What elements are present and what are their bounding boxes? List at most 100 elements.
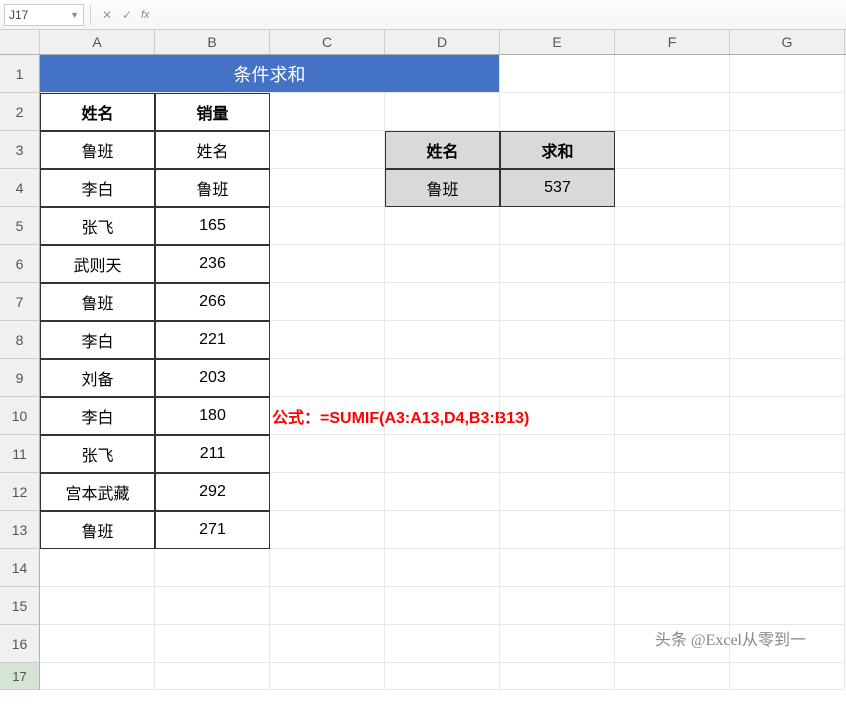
cell[interactable] [270,473,385,511]
cell[interactable] [500,283,615,321]
cell[interactable] [500,473,615,511]
col-header[interactable]: F [615,30,730,54]
row-header[interactable]: 2 [0,93,40,131]
cell[interactable] [385,625,500,663]
row-header[interactable]: 14 [0,549,40,587]
cell[interactable] [730,587,845,625]
name-box[interactable]: J17 ▼ [4,4,84,26]
cell[interactable] [385,245,500,283]
cell[interactable] [730,55,845,93]
cell[interactable] [155,663,270,690]
cell[interactable] [730,169,845,207]
cell[interactable] [270,663,385,690]
cell[interactable] [270,283,385,321]
row-header[interactable]: 8 [0,321,40,359]
cell[interactable]: 姓名 [385,131,500,169]
cell[interactable] [730,511,845,549]
title-cell[interactable]: 条件求和 [40,55,500,93]
cell[interactable] [385,549,500,587]
cell[interactable] [40,587,155,625]
cell[interactable] [730,321,845,359]
cell[interactable] [730,283,845,321]
cell[interactable] [270,169,385,207]
cell[interactable]: 180 [155,397,270,435]
cell[interactable] [615,283,730,321]
cell[interactable]: 销量 [155,93,270,131]
cell[interactable]: 公式：=SUMIF(A3:A13,D4,B3:B13) [270,397,385,435]
row-header[interactable]: 1 [0,55,40,93]
cell[interactable]: 221 [155,321,270,359]
row-header[interactable]: 16 [0,625,40,663]
col-header[interactable]: B [155,30,270,54]
cell[interactable] [615,397,730,435]
row-header[interactable]: 10 [0,397,40,435]
cell[interactable] [270,549,385,587]
cell[interactable]: 271 [155,511,270,549]
cell[interactable] [385,359,500,397]
cell[interactable] [500,359,615,397]
cell[interactable] [270,321,385,359]
row-header[interactable]: 4 [0,169,40,207]
cell[interactable] [385,435,500,473]
cell[interactable]: 鲁班 [385,169,500,207]
cell[interactable] [615,321,730,359]
cell[interactable] [270,131,385,169]
cell[interactable] [270,625,385,663]
cell[interactable] [500,321,615,359]
cell[interactable] [730,435,845,473]
cell[interactable] [270,511,385,549]
cell[interactable] [615,663,730,690]
cell[interactable] [615,169,730,207]
cell[interactable]: 鲁班 [40,511,155,549]
cell[interactable] [500,625,615,663]
cell[interactable] [730,131,845,169]
cell[interactable] [385,511,500,549]
cell[interactable] [270,359,385,397]
cell[interactable]: 292 [155,473,270,511]
cell[interactable]: 537 [500,169,615,207]
cell[interactable] [615,131,730,169]
cell[interactable] [385,473,500,511]
cell[interactable] [730,359,845,397]
cell[interactable]: 求和 [500,131,615,169]
cell[interactable] [500,93,615,131]
cell[interactable] [615,587,730,625]
cell[interactable] [730,397,845,435]
cell[interactable]: 刘备 [40,359,155,397]
cancel-icon[interactable]: ✕ [97,5,117,25]
col-header[interactable]: G [730,30,845,54]
cell[interactable] [270,93,385,131]
cell[interactable] [385,397,500,435]
row-header[interactable]: 17 [0,663,40,690]
cell[interactable]: 姓名 [155,131,270,169]
cell[interactable] [385,207,500,245]
chevron-down-icon[interactable]: ▼ [70,10,79,20]
cell[interactable]: 鲁班 [40,283,155,321]
row-header[interactable]: 9 [0,359,40,397]
cell[interactable] [615,55,730,93]
cell[interactable]: 姓名 [40,93,155,131]
cell[interactable] [270,207,385,245]
cell[interactable] [500,549,615,587]
cell[interactable]: 鲁班 [40,131,155,169]
cell[interactable] [500,245,615,283]
confirm-icon[interactable]: ✓ [117,5,137,25]
col-header[interactable]: C [270,30,385,54]
cell[interactable]: 宫本武藏 [40,473,155,511]
cell[interactable] [500,511,615,549]
formula-input[interactable] [150,4,842,26]
cell[interactable]: 203 [155,359,270,397]
cell[interactable] [615,245,730,283]
cell[interactable]: 李白 [40,169,155,207]
cell[interactable] [385,283,500,321]
cell[interactable] [500,435,615,473]
row-header[interactable]: 6 [0,245,40,283]
cell[interactable] [615,207,730,245]
fx-icon[interactable]: fx [141,9,150,21]
cell[interactable]: 李白 [40,321,155,359]
cell[interactable] [155,625,270,663]
cell[interactable] [500,587,615,625]
cell[interactable] [385,93,500,131]
cell[interactable] [270,587,385,625]
cell[interactable] [730,207,845,245]
